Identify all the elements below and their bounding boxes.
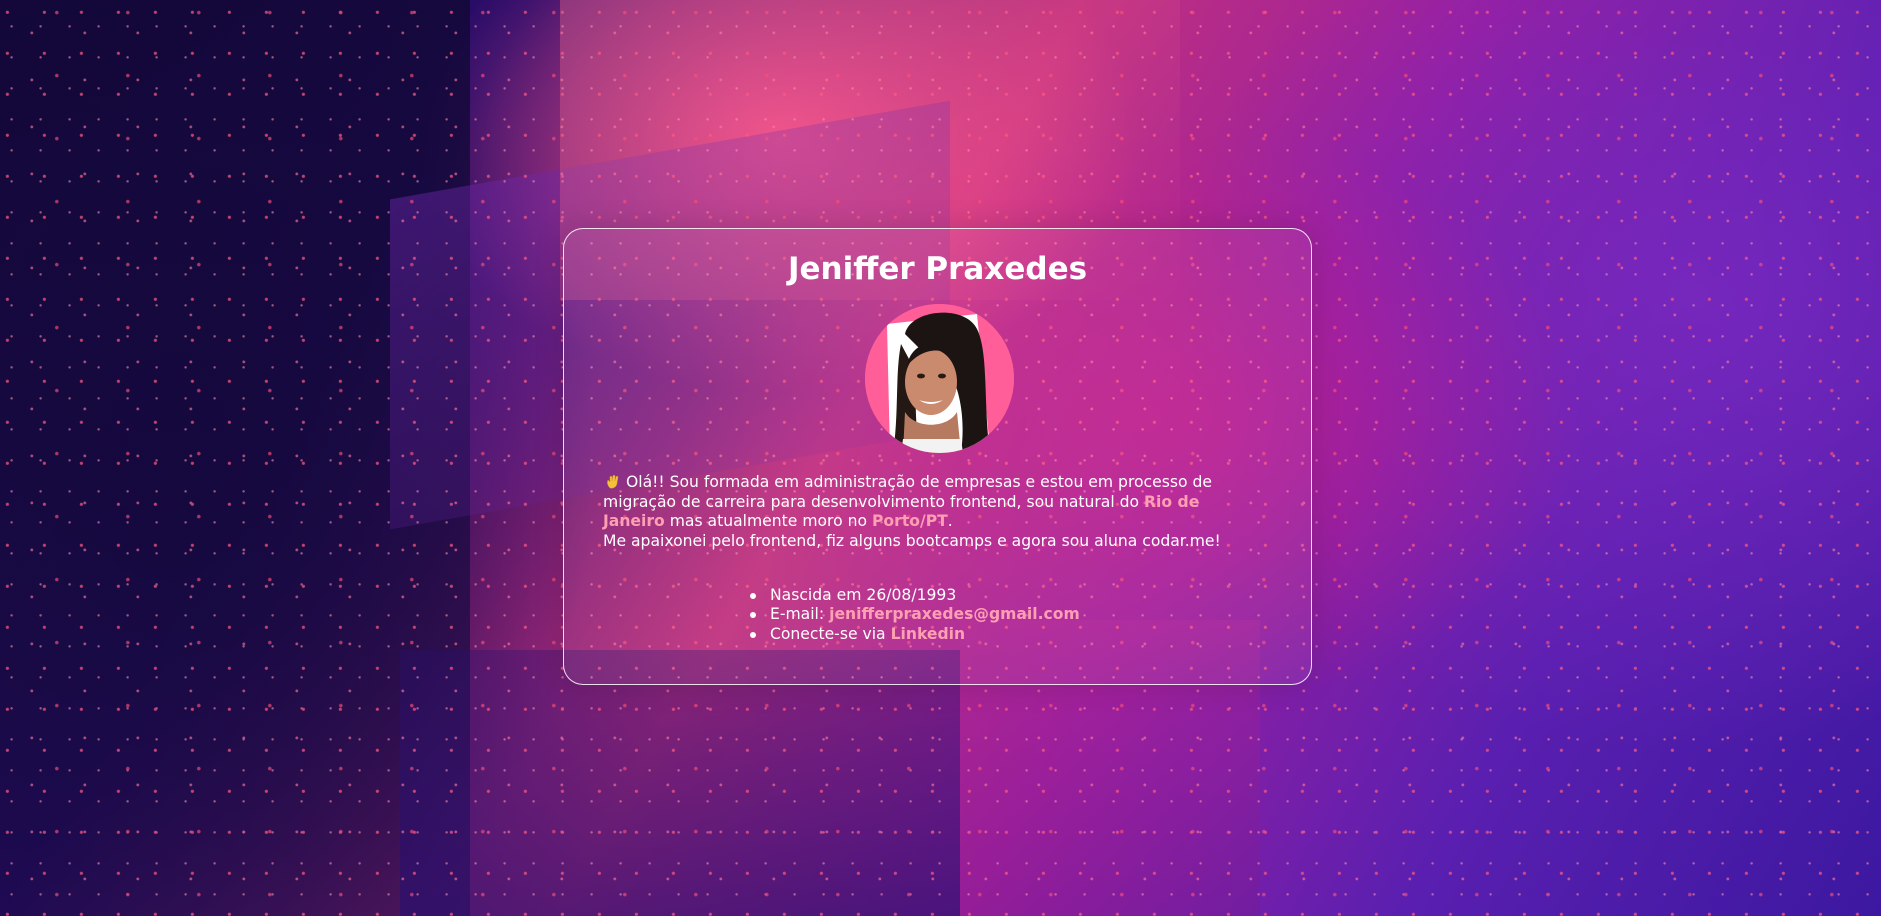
bio-text-part1: Olá!! Sou formada em administração de em…	[603, 473, 1212, 511]
avatar	[865, 304, 1014, 453]
linkedin-link[interactable]: Linkedin	[891, 625, 966, 643]
bio-text-part2: mas atualmente moro no	[664, 512, 872, 530]
list-item-email: E-mail: jenifferpraxedes@gmail.com	[750, 605, 1080, 624]
background-bottom-panel	[400, 650, 960, 916]
info-list: Nascida em 26/08/1993 E-mail: jenifferpr…	[750, 586, 1080, 644]
linkedin-label: Conecte-se via	[770, 624, 891, 643]
list-item-birth: Nascida em 26/08/1993	[750, 586, 1080, 605]
profile-card: Jeniffer Praxedes Olá!! Sou formada em a…	[563, 228, 1312, 685]
bio-text-part3: .	[947, 512, 953, 530]
avatar-photo	[865, 304, 1014, 453]
list-item-linkedin: Conecte-se via Linkedin	[750, 624, 1080, 644]
email-label: E-mail:	[770, 605, 830, 624]
bio-paragraph: Olá!! Sou formada em administração de em…	[603, 473, 1263, 551]
bio-highlight-porto: Porto/PT	[872, 512, 948, 530]
waving-hand-icon	[607, 475, 619, 489]
birth-text: Nascida em 26/08/1993	[770, 586, 957, 604]
bullet-icon	[750, 593, 756, 599]
bio-text-line2: Me apaixonei pelo frontend, fiz alguns b…	[603, 531, 1221, 550]
bullet-icon	[750, 612, 756, 619]
profile-name: Jeniffer Praxedes	[787, 251, 1088, 287]
email-link[interactable]: jenifferpraxedes@gmail.com	[829, 605, 1080, 623]
background-dark-panel	[0, 0, 470, 916]
bullet-icon	[750, 631, 756, 638]
